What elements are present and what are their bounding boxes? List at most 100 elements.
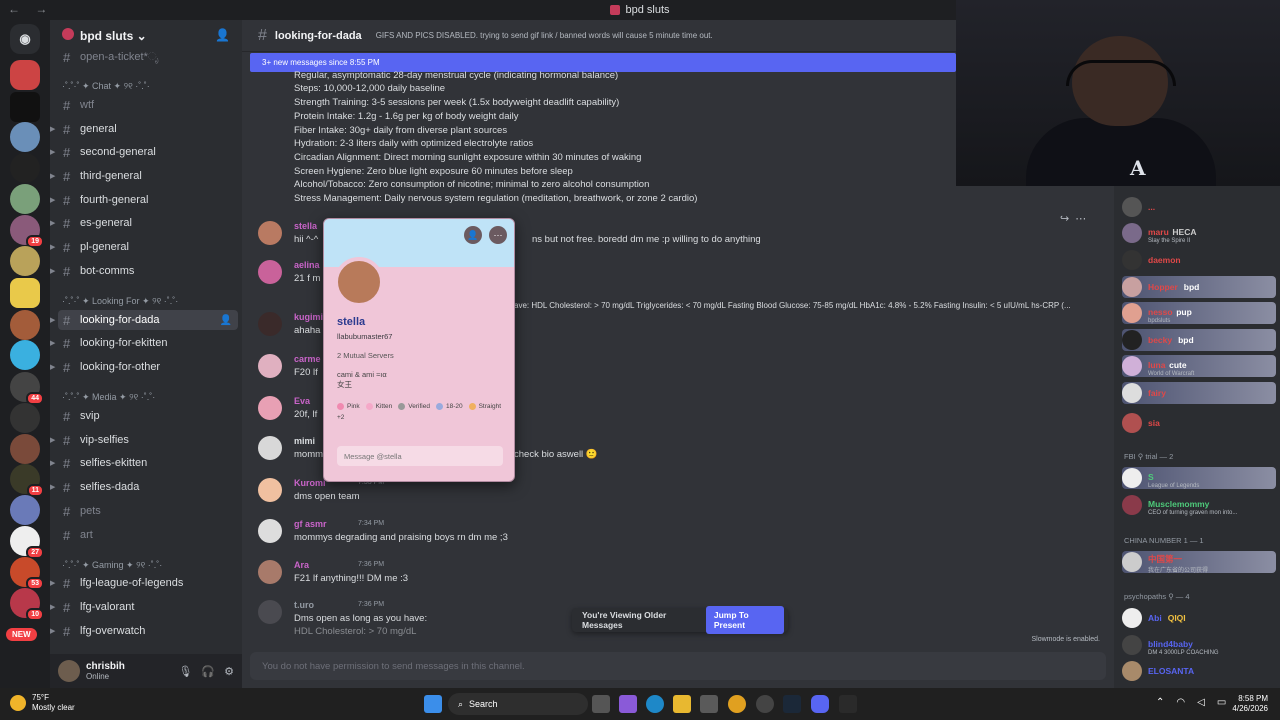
add-member-icon[interactable]: 👤 (215, 28, 230, 42)
taskbar-search[interactable]: ⌕ Search (448, 693, 588, 715)
server-header[interactable]: bpd sluts ⌄ 👤 (50, 20, 242, 50)
server-icon-18[interactable]: 10 (10, 588, 44, 621)
nav-arrows[interactable]: ← → (8, 2, 53, 16)
member[interactable]: ELOSANTA (1122, 660, 1276, 682)
profile-message-input[interactable]: Message @stella (337, 446, 503, 466)
member[interactable]: blind4baby DM 4 3000LP COACHING (1122, 634, 1276, 656)
battery-icon[interactable]: ▭ (1217, 697, 1226, 708)
avatar[interactable] (258, 600, 282, 624)
server-icon-7[interactable] (10, 246, 40, 276)
channel-vip-selfies[interactable]: ▶ # vip-selfies (50, 430, 238, 450)
channel-selfies-ekitten[interactable]: ▶ # selfies-ekitten (50, 453, 238, 473)
microphone-icon[interactable]: 🎙 (178, 665, 192, 678)
server-icon-3[interactable] (10, 122, 40, 152)
avatar[interactable] (258, 260, 282, 284)
avatar[interactable] (258, 478, 282, 502)
category-looking-for[interactable]: ·˚.˚·˚ ✦ Looking For ✦ ୨୧ ·˚.˚· (62, 296, 178, 307)
more-roles[interactable]: +2 (337, 414, 344, 421)
channel-pets[interactable]: # pets (58, 501, 238, 521)
member[interactable]: becky bpd (1122, 329, 1276, 351)
avatar[interactable] (334, 257, 384, 307)
volume-icon[interactable]: ◁ (1197, 697, 1205, 708)
member[interactable]: daemon (1122, 249, 1276, 271)
category-media[interactable]: ·˚.˚·˚ ✦ Media ✦ ୨୧ ·˚.˚· (62, 392, 155, 403)
server-icon-9[interactable] (10, 310, 40, 340)
server-icon-11[interactable]: 44 (10, 372, 44, 405)
server-bpd-sluts[interactable] (10, 60, 40, 90)
category-gaming[interactable]: ·˚.˚·˚ ✦ Gaming ✦ ୨୧ ·˚.˚· (62, 560, 162, 571)
channel-pl-general[interactable]: ▶ # pl-general (50, 237, 238, 257)
mutual-servers[interactable]: 2 Mutual Servers (337, 351, 394, 360)
discord-home-icon[interactable]: ◉ (10, 24, 40, 54)
discord-icon[interactable] (811, 695, 829, 713)
server-icon-17[interactable]: 53 (10, 557, 44, 590)
epic-games-icon[interactable] (839, 695, 857, 713)
server-icon-4[interactable] (10, 153, 40, 183)
avatar[interactable] (258, 396, 282, 420)
member[interactable]: S League of Legends (1122, 467, 1276, 489)
wifi-icon[interactable]: ◠ (1176, 697, 1185, 708)
category-chat[interactable]: ·˚.˚·˚ ✦ Chat ✦ ୨୧ ·˚.˚· (62, 81, 150, 92)
channel-looking-for-other[interactable]: ▶ # looking-for-other (50, 357, 238, 377)
windows-start-icon[interactable] (424, 695, 442, 713)
author-name[interactable]: Eva (294, 396, 310, 406)
server-icon-16[interactable]: 27 (10, 526, 44, 559)
server-icon-6[interactable]: 19 (10, 215, 44, 248)
author-name[interactable]: Ara (294, 560, 309, 570)
server-icon-2[interactable] (10, 92, 40, 122)
channel-lfg-league-of-legends[interactable]: ▶ # lfg-league-of-legends (50, 573, 238, 593)
server-icon-8[interactable] (10, 278, 40, 308)
obs-icon[interactable] (756, 695, 774, 713)
member[interactable]: 中国第一 我在广东省的公司获得 (1122, 551, 1276, 574)
message-composer[interactable]: You do not have permission to send messa… (250, 652, 1106, 680)
channel-open-a-ticket[interactable]: # open-a-ticket*ೃ (58, 47, 238, 67)
member[interactable]: ... (1122, 196, 1276, 218)
headphones-icon[interactable]: 🎧 (201, 665, 215, 678)
channel-looking-for-ekitten[interactable]: ▶ # looking-for-ekitten (50, 333, 238, 353)
server-icon-13[interactable] (10, 434, 40, 464)
channel-third-general[interactable]: ▶ # third-general (50, 166, 238, 186)
author-name[interactable]: kugimi (294, 312, 323, 322)
copilot-icon[interactable] (619, 695, 637, 713)
weather-widget[interactable]: 75°F Mostly clear (10, 693, 75, 713)
member[interactable]: luna cute World of Warcraft (1122, 355, 1276, 377)
author-name[interactable]: aelina (294, 260, 320, 270)
member[interactable]: maru HECA Slay the Spire II (1122, 222, 1276, 244)
member[interactable]: Hopper bpd (1122, 276, 1276, 298)
channel-lfg-valorant[interactable]: ▶ # lfg-valorant (50, 597, 238, 617)
avatar[interactable] (258, 436, 282, 460)
member[interactable]: Musclemommy CEO of turning graven mon int… (1122, 494, 1276, 516)
avatar[interactable] (258, 312, 282, 336)
steam-icon[interactable] (783, 695, 801, 713)
server-icon-5[interactable] (10, 184, 40, 214)
channel-art[interactable]: # art (58, 525, 238, 545)
member[interactable]: sia (1122, 412, 1276, 434)
channel-looking-for-dada[interactable]: ▶ # looking-for-dada 👤 (50, 310, 238, 330)
avatar[interactable] (258, 354, 282, 378)
channel-bot-comms[interactable]: ▶ # bot-comms (50, 261, 238, 281)
server-icon-15[interactable] (10, 495, 40, 525)
store-icon[interactable] (700, 695, 718, 713)
author-name[interactable]: stella (294, 221, 317, 231)
invite-icon[interactable]: 👤 (220, 315, 232, 326)
channel-fourth-general[interactable]: ▶ # fourth-general (50, 190, 238, 210)
jump-to-present-button[interactable]: Jump To Present (705, 606, 784, 634)
task-view-icon[interactable] (592, 695, 610, 713)
author-name[interactable]: mimi (294, 436, 315, 446)
channel-selfies-dada[interactable]: ▶ # selfies-dada (50, 477, 238, 497)
author-name[interactable]: Kuromi (294, 478, 326, 488)
more-options-icon[interactable]: ⋯ (489, 226, 507, 244)
chrome-icon[interactable] (728, 695, 746, 713)
author-name[interactable]: gf asmr (294, 519, 327, 529)
author-name[interactable]: t.uro (294, 600, 314, 610)
author-name[interactable]: carme (294, 354, 321, 364)
avatar[interactable] (258, 560, 282, 584)
channel-svip[interactable]: # svip (58, 406, 238, 426)
member[interactable]: fairy (1122, 382, 1276, 404)
server-icon-12[interactable] (10, 403, 40, 433)
profile-username[interactable]: llabubumaster67 (337, 332, 392, 341)
member[interactable]: Abi QIQI (1122, 607, 1276, 629)
channel-second-general[interactable]: ▶ # second-general (50, 142, 238, 162)
file-explorer-icon[interactable] (673, 695, 691, 713)
server-icon-14[interactable]: 11 (10, 464, 44, 497)
